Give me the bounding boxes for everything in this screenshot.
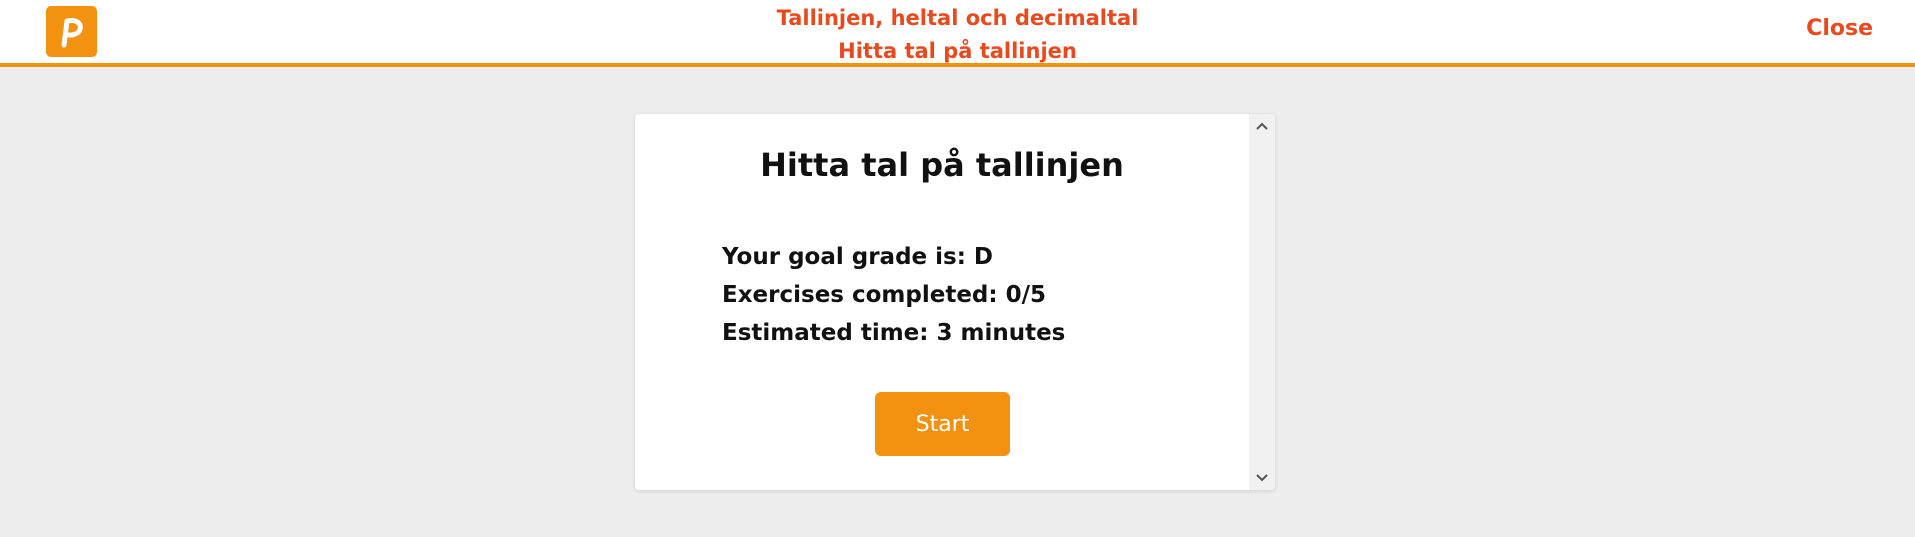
close-button[interactable]: Close [1806,16,1873,41]
course-title: Tallinjen, heltal och decimaltal [776,6,1139,30]
card-scrollbar[interactable] [1249,114,1275,490]
estimated-time-text: Estimated time: 3 minutes [722,320,1066,346]
scroll-down-button[interactable] [1249,466,1275,490]
card-title: Hitta tal på tallinjen [760,146,1124,184]
goal-grade-text: Your goal grade is: D [722,244,994,270]
exercises-completed-text: Exercises completed: 0/5 [722,282,1047,308]
start-button[interactable]: Start [875,392,1010,456]
chevron-down-icon [1256,474,1268,482]
chevron-up-icon [1256,122,1268,130]
top-bar: Tallinjen, heltal och decimaltal Hitta t… [0,0,1915,67]
header-titles: Tallinjen, heltal och decimaltal Hitta t… [0,2,1915,68]
card-content: Hitta tal på tallinjen Your goal grade i… [635,114,1249,490]
lesson-info: Your goal grade is: D Exercises complete… [722,238,1065,352]
scroll-up-button[interactable] [1249,114,1275,138]
lesson-card: Hitta tal på tallinjen Your goal grade i… [635,114,1275,490]
lesson-title: Hitta tal på tallinjen [838,39,1077,63]
